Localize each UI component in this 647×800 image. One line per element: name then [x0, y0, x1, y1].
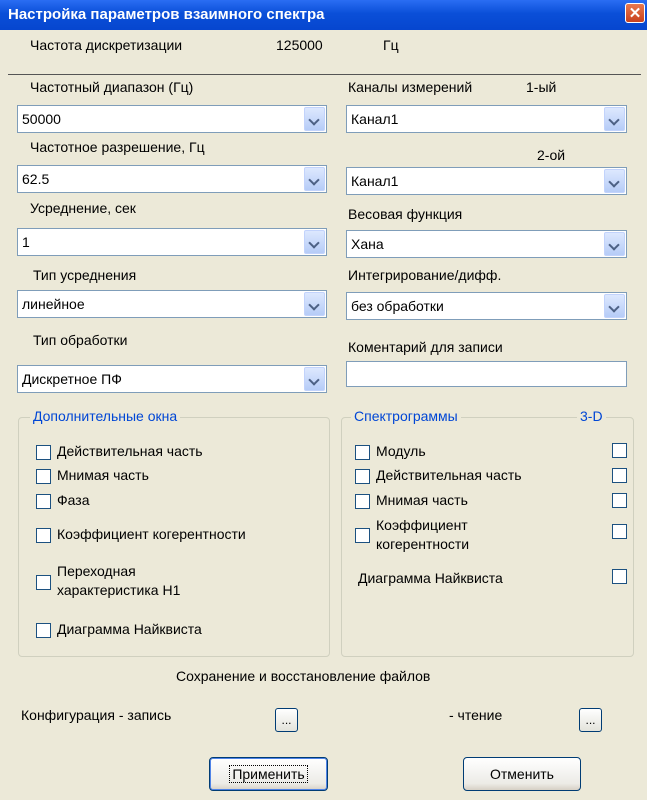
apply-button-label: Применить: [229, 765, 308, 783]
integration-value: без обработки: [351, 298, 444, 314]
checkbox-coherence[interactable]: [36, 528, 51, 543]
checkbox-label: Коэффициент: [376, 517, 468, 533]
checkbox-3d-coherence[interactable]: [612, 524, 627, 539]
chevron-down-icon[interactable]: [604, 232, 625, 256]
checkbox-label: когерентности: [376, 536, 470, 552]
spectrograms-title: Спектрограммы: [351, 408, 461, 424]
checkbox-label: Действительная часть: [57, 443, 203, 459]
chevron-down-icon[interactable]: [304, 292, 325, 316]
checkbox-transfer-h1[interactable]: [36, 575, 51, 590]
averaging-type-value: линейное: [22, 296, 85, 312]
channel2-value: Канал1: [351, 173, 399, 189]
sampling-unit: Гц: [383, 37, 399, 53]
averaging-select[interactable]: 1: [17, 228, 327, 256]
sampling-label: Частота дискретизации: [30, 37, 183, 53]
channel1-value: Канал1: [351, 111, 399, 127]
checkbox-label: характеристика Н1: [57, 582, 181, 598]
checkbox-label: Переходная: [57, 563, 136, 579]
freq-range-label: Частотный диапазон (Гц): [30, 79, 194, 95]
integration-label: Интегрирование/дифф.: [348, 267, 502, 283]
chevron-down-icon[interactable]: [304, 230, 325, 254]
dialog-window: Настройка параметров взаимного спектра ✕…: [0, 0, 647, 800]
title-bar: Настройка параметров взаимного спектра ✕: [0, 0, 647, 30]
checkbox-label: Действительная часть: [376, 467, 522, 483]
processing-type-select[interactable]: Дискретное ПФ: [17, 365, 327, 393]
channel-first-label: 1-ый: [526, 79, 557, 95]
channel1-select[interactable]: Канал1: [346, 105, 627, 133]
averaging-label: Усреднение, сек: [30, 200, 136, 216]
cancel-button[interactable]: Отменить: [463, 757, 581, 791]
freq-range-select[interactable]: 50000: [17, 105, 327, 133]
checkbox-nyquist[interactable]: [36, 623, 51, 638]
freq-resolution-label: Частотное разрешение, Гц: [30, 139, 205, 155]
checkbox-3d-real[interactable]: [612, 468, 627, 483]
integration-select[interactable]: без обработки: [346, 292, 627, 320]
checkbox-spg-imag[interactable]: [355, 494, 370, 509]
checkbox-label: Диаграмма Найквиста: [57, 621, 202, 637]
weight-value: Хана: [351, 236, 384, 252]
checkbox-spg-module[interactable]: [355, 445, 370, 460]
window-title: Настройка параметров взаимного спектра: [8, 6, 325, 23]
freq-resolution-select[interactable]: 62.5: [17, 165, 327, 193]
checkbox-3d-nyquist[interactable]: [612, 569, 627, 584]
weight-label: Весовая функция: [348, 206, 463, 222]
checkbox-3d-imag[interactable]: [612, 493, 627, 508]
config-read-browse-button[interactable]: ...: [579, 708, 602, 732]
checkbox-label: Коэффициент когерентности: [57, 526, 246, 542]
chevron-down-icon[interactable]: [304, 167, 325, 191]
checkbox-label: Модуль: [376, 443, 426, 459]
divider: [8, 74, 641, 75]
comment-label: Коментарий для записи: [348, 339, 503, 355]
channel2-select[interactable]: Канал1: [346, 167, 627, 195]
checkbox-spg-coherence[interactable]: [355, 528, 370, 543]
checkbox-real-part[interactable]: [36, 445, 51, 460]
checkbox-label: Фаза: [57, 492, 90, 508]
checkbox-spg-real[interactable]: [355, 469, 370, 484]
freq-resolution-value: 62.5: [22, 171, 50, 187]
averaging-type-select[interactable]: линейное: [17, 290, 327, 318]
channel-second-label: 2-ой: [537, 147, 566, 163]
chevron-down-icon[interactable]: [304, 367, 325, 391]
config-write-browse-button[interactable]: ...: [275, 708, 298, 732]
checkbox-3d-module[interactable]: [612, 443, 627, 458]
averaging-value: 1: [22, 234, 30, 250]
freq-range-value: 50000: [22, 111, 61, 127]
config-write-label: Конфигурация - запись: [21, 707, 172, 723]
chevron-down-icon[interactable]: [604, 294, 625, 318]
close-icon[interactable]: ✕: [625, 3, 645, 23]
extra-windows-title: Дополнительные окна: [30, 408, 181, 424]
processing-type-label: Тип обработки: [33, 332, 128, 348]
chevron-down-icon[interactable]: [604, 107, 625, 131]
files-title: Сохранение и восстановление файлов: [176, 668, 431, 684]
checkbox-label: Мнимая часть: [376, 492, 468, 508]
checkbox-phase[interactable]: [36, 494, 51, 509]
chevron-down-icon[interactable]: [304, 107, 325, 131]
spectrograms-3d-title: 3-D: [577, 408, 606, 424]
cancel-button-label: Отменить: [490, 766, 554, 782]
weight-select[interactable]: Хана: [346, 230, 627, 258]
checkbox-label: Мнимая часть: [57, 467, 149, 483]
checkbox-imag-part[interactable]: [36, 469, 51, 484]
chevron-down-icon[interactable]: [604, 169, 625, 193]
averaging-type-label: Тип усреднения: [33, 267, 137, 283]
apply-button[interactable]: Применить: [209, 757, 328, 791]
read-label: - чтение: [449, 707, 503, 723]
processing-type-value: Дискретное ПФ: [22, 371, 122, 387]
sampling-value: 125000: [276, 37, 323, 53]
comment-input[interactable]: [346, 361, 627, 387]
spg-nyquist-label: Диаграмма Найквиста: [358, 570, 503, 586]
channels-label: Каналы измерений: [348, 79, 473, 95]
